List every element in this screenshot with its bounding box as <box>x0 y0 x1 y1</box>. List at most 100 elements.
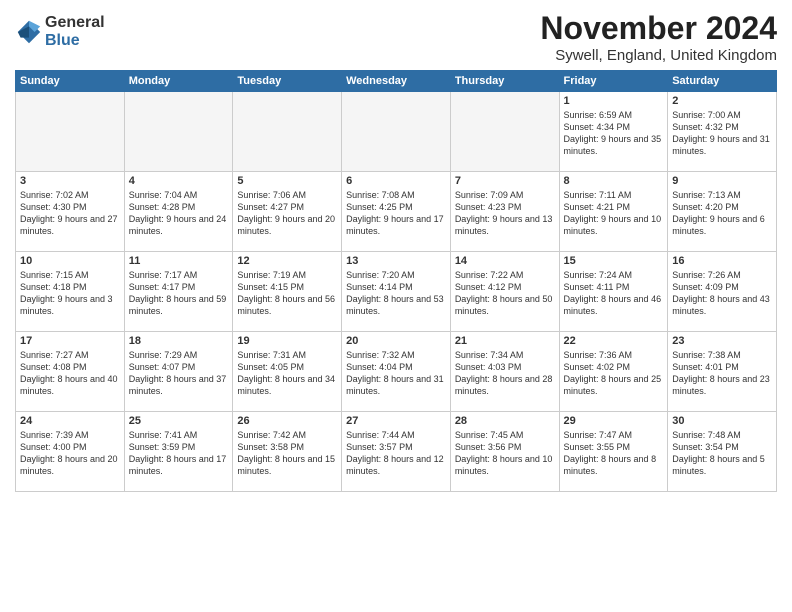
calendar-header: Sunday Monday Tuesday Wednesday Thursday… <box>16 71 777 92</box>
col-saturday: Saturday <box>668 71 777 92</box>
day-number: 16 <box>672 255 772 267</box>
calendar-day: 1Sunrise: 6:59 AM Sunset: 4:34 PM Daylig… <box>559 92 668 172</box>
calendar-day: 6Sunrise: 7:08 AM Sunset: 4:25 PM Daylig… <box>342 172 451 252</box>
day-number: 7 <box>455 175 555 187</box>
day-number: 29 <box>564 415 664 427</box>
calendar-day: 30Sunrise: 7:48 AM Sunset: 3:54 PM Dayli… <box>668 412 777 492</box>
day-number: 10 <box>20 255 120 267</box>
col-sunday: Sunday <box>16 71 125 92</box>
day-info: Sunrise: 7:19 AM Sunset: 4:15 PM Dayligh… <box>237 269 337 318</box>
day-number: 14 <box>455 255 555 267</box>
calendar-day: 18Sunrise: 7:29 AM Sunset: 4:07 PM Dayli… <box>124 332 233 412</box>
day-number: 8 <box>564 175 664 187</box>
calendar-day: 29 Sunrise: 7:47 AM Sunset: 3:55 PM Dayli… <box>559 412 668 492</box>
day-number: 17 <box>20 335 120 347</box>
col-tuesday: Tuesday <box>233 71 342 92</box>
day-info: Sunrise: 7:02 AM Sunset: 4:30 PM Dayligh… <box>20 189 120 238</box>
day-number: 2 <box>672 95 772 107</box>
day-info: Sunrise: 7:39 AM Sunset: 4:00 PM Dayligh… <box>20 429 120 478</box>
day-info: Sunrise: 7:11 AM Sunset: 4:21 PM Dayligh… <box>564 189 664 238</box>
day-info: Sunrise: 7:41 AM Sunset: 3:59 PM Dayligh… <box>129 429 229 478</box>
day-number: 30 <box>672 415 772 427</box>
calendar-week-0: 1Sunrise: 6:59 AM Sunset: 4:34 PM Daylig… <box>16 92 777 172</box>
calendar-day: 13 Sunrise: 7:20 AM Sunset: 4:14 PM Dayli… <box>342 252 451 332</box>
calendar-day: 8 Sunrise: 7:11 AM Sunset: 4:21 PM Daylig… <box>559 172 668 252</box>
day-info: Sunrise: 7:09 AM Sunset: 4:23 PM Dayligh… <box>455 189 555 238</box>
day-number: 19 <box>237 335 337 347</box>
calendar-day <box>16 92 125 172</box>
col-monday: Monday <box>124 71 233 92</box>
calendar-day: 12Sunrise: 7:19 AM Sunset: 4:15 PM Dayli… <box>233 252 342 332</box>
calendar-day: 7 Sunrise: 7:09 AM Sunset: 4:23 PM Daylig… <box>450 172 559 252</box>
day-info: Sunrise: 7:38 AM Sunset: 4:01 PM Dayligh… <box>672 349 772 398</box>
day-number: 26 <box>237 415 337 427</box>
header: General Blue November 2024 Sywell, Engla… <box>15 10 777 64</box>
calendar-day: 26 Sunrise: 7:42 AM Sunset: 3:58 PM Dayli… <box>233 412 342 492</box>
location: Sywell, England, United Kingdom <box>540 47 777 64</box>
header-row: Sunday Monday Tuesday Wednesday Thursday… <box>16 71 777 92</box>
calendar-day: 10 Sunrise: 7:15 AM Sunset: 4:18 PM Dayli… <box>16 252 125 332</box>
day-number: 28 <box>455 415 555 427</box>
day-number: 5 <box>237 175 337 187</box>
calendar-day <box>450 92 559 172</box>
day-number: 9 <box>672 175 772 187</box>
calendar-day: 2 Sunrise: 7:00 AM Sunset: 4:32 PM Daylig… <box>668 92 777 172</box>
page: General Blue November 2024 Sywell, Engla… <box>0 0 792 612</box>
calendar-day: 17Sunrise: 7:27 AM Sunset: 4:08 PM Dayli… <box>16 332 125 412</box>
day-number: 4 <box>129 175 229 187</box>
calendar-day: 28 Sunrise: 7:45 AM Sunset: 3:56 PM Dayli… <box>450 412 559 492</box>
calendar-body: 1Sunrise: 6:59 AM Sunset: 4:34 PM Daylig… <box>16 92 777 492</box>
day-info: Sunrise: 7:00 AM Sunset: 4:32 PM Dayligh… <box>672 109 772 158</box>
calendar-day: 23 Sunrise: 7:38 AM Sunset: 4:01 PM Dayli… <box>668 332 777 412</box>
day-number: 6 <box>346 175 446 187</box>
calendar-day: 25 Sunrise: 7:41 AM Sunset: 3:59 PM Dayli… <box>124 412 233 492</box>
day-info: Sunrise: 7:15 AM Sunset: 4:18 PM Dayligh… <box>20 269 120 318</box>
calendar-table: Sunday Monday Tuesday Wednesday Thursday… <box>15 70 777 492</box>
day-number: 21 <box>455 335 555 347</box>
logo-icon <box>15 18 43 46</box>
day-number: 13 <box>346 255 446 267</box>
calendar-day: 20 Sunrise: 7:32 AM Sunset: 4:04 PM Dayli… <box>342 332 451 412</box>
calendar-day: 9 Sunrise: 7:13 AM Sunset: 4:20 PM Daylig… <box>668 172 777 252</box>
calendar-day: 15Sunrise: 7:24 AM Sunset: 4:11 PM Dayli… <box>559 252 668 332</box>
calendar-day: 22Sunrise: 7:36 AM Sunset: 4:02 PM Dayli… <box>559 332 668 412</box>
calendar-week-2: 10 Sunrise: 7:15 AM Sunset: 4:18 PM Dayli… <box>16 252 777 332</box>
col-friday: Friday <box>559 71 668 92</box>
calendar-day: 21 Sunrise: 7:34 AM Sunset: 4:03 PM Dayli… <box>450 332 559 412</box>
day-number: 23 <box>672 335 772 347</box>
day-info: Sunrise: 7:20 AM Sunset: 4:14 PM Dayligh… <box>346 269 446 318</box>
day-info: Sunrise: 7:34 AM Sunset: 4:03 PM Dayligh… <box>455 349 555 398</box>
day-info: Sunrise: 7:13 AM Sunset: 4:20 PM Dayligh… <box>672 189 772 238</box>
day-info: Sunrise: 7:44 AM Sunset: 3:57 PM Dayligh… <box>346 429 446 478</box>
calendar-day: 24Sunrise: 7:39 AM Sunset: 4:00 PM Dayli… <box>16 412 125 492</box>
day-info: Sunrise: 7:26 AM Sunset: 4:09 PM Dayligh… <box>672 269 772 318</box>
day-number: 25 <box>129 415 229 427</box>
calendar-day <box>342 92 451 172</box>
day-info: Sunrise: 7:04 AM Sunset: 4:28 PM Dayligh… <box>129 189 229 238</box>
day-info: Sunrise: 7:32 AM Sunset: 4:04 PM Dayligh… <box>346 349 446 398</box>
day-info: Sunrise: 7:45 AM Sunset: 3:56 PM Dayligh… <box>455 429 555 478</box>
calendar-day: 27 Sunrise: 7:44 AM Sunset: 3:57 PM Dayli… <box>342 412 451 492</box>
calendar-day: 14 Sunrise: 7:22 AM Sunset: 4:12 PM Dayli… <box>450 252 559 332</box>
day-info: Sunrise: 7:42 AM Sunset: 3:58 PM Dayligh… <box>237 429 337 478</box>
logo-text: General Blue <box>45 14 105 49</box>
logo-blue-text: Blue <box>45 32 105 50</box>
day-number: 20 <box>346 335 446 347</box>
logo: General Blue <box>15 14 105 49</box>
day-number: 11 <box>129 255 229 267</box>
day-info: Sunrise: 7:22 AM Sunset: 4:12 PM Dayligh… <box>455 269 555 318</box>
day-info: Sunrise: 7:17 AM Sunset: 4:17 PM Dayligh… <box>129 269 229 318</box>
calendar-day: 16 Sunrise: 7:26 AM Sunset: 4:09 PM Dayli… <box>668 252 777 332</box>
month-title: November 2024 <box>540 10 777 47</box>
day-info: Sunrise: 7:47 AM Sunset: 3:55 PM Dayligh… <box>564 429 664 478</box>
day-info: Sunrise: 7:36 AM Sunset: 4:02 PM Dayligh… <box>564 349 664 398</box>
day-info: Sunrise: 6:59 AM Sunset: 4:34 PM Dayligh… <box>564 109 664 158</box>
calendar-week-3: 17Sunrise: 7:27 AM Sunset: 4:08 PM Dayli… <box>16 332 777 412</box>
title-block: November 2024 Sywell, England, United Ki… <box>540 10 777 64</box>
day-number: 27 <box>346 415 446 427</box>
calendar-day <box>124 92 233 172</box>
day-number: 3 <box>20 175 120 187</box>
day-info: Sunrise: 7:31 AM Sunset: 4:05 PM Dayligh… <box>237 349 337 398</box>
day-info: Sunrise: 7:06 AM Sunset: 4:27 PM Dayligh… <box>237 189 337 238</box>
day-number: 15 <box>564 255 664 267</box>
